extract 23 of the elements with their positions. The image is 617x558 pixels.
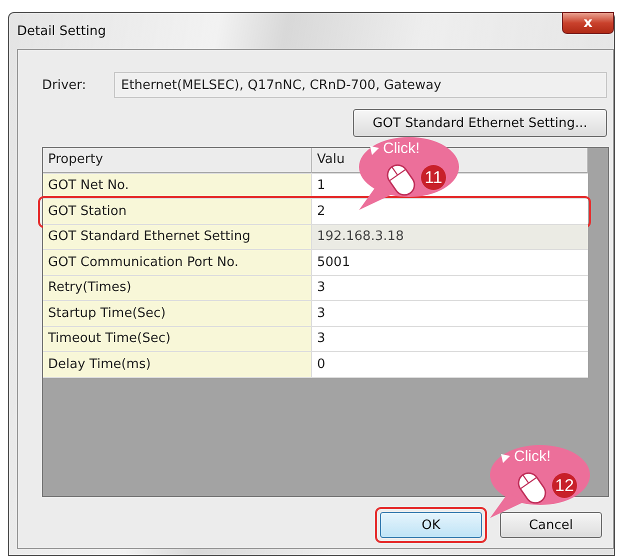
property-cell: GOT Station — [43, 199, 312, 224]
window-title: Detail Setting — [17, 24, 106, 38]
property-cell: Startup Time(Sec) — [43, 301, 312, 326]
ethernet-setting-button[interactable]: GOT Standard Ethernet Setting... — [353, 109, 607, 137]
value-cell[interactable]: 3 — [312, 326, 588, 351]
dialog-button[interactable]: OK — [380, 512, 482, 538]
column-header: Property — [43, 148, 312, 172]
driver-field: Ethernet(MELSEC), Q17nNC, CRnD-700, Gateway — [114, 72, 607, 98]
driver-label: Driver: — [42, 78, 88, 92]
value-cell[interactable]: 3 — [312, 301, 588, 326]
callout-text: Click! — [514, 448, 551, 465]
property-cell: Delay Time(ms) — [43, 352, 312, 376]
property-cell: GOT Standard Ethernet Setting — [43, 224, 312, 249]
value-cell[interactable]: 0 — [312, 352, 588, 376]
value-cell[interactable]: 3 — [312, 276, 588, 300]
triangle-icon — [370, 146, 379, 155]
property-cell: Retry(Times) — [43, 276, 312, 300]
property-cell: GOT Communication Port No. — [43, 250, 312, 274]
property-cell: Timeout Time(Sec) — [43, 326, 312, 351]
triangle-icon — [501, 454, 510, 463]
value-cell[interactable]: 5001 — [312, 250, 588, 274]
close-button[interactable]: x — [562, 12, 614, 34]
dialog-button[interactable]: Cancel — [500, 512, 602, 538]
